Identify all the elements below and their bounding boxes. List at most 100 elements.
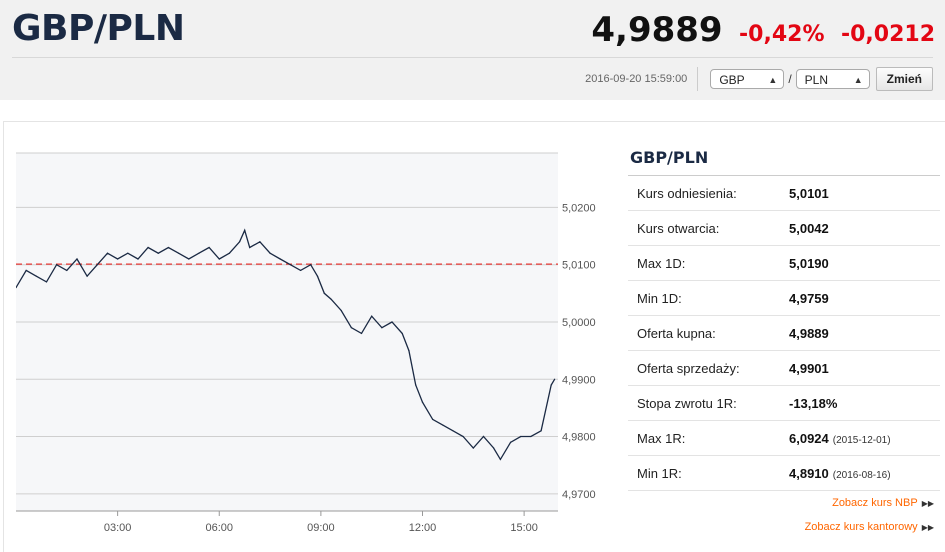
- to-currency-value: PLN: [804, 73, 828, 87]
- price-point: [442, 424, 444, 426]
- x-tick-label: 03:00: [104, 522, 132, 534]
- price-point: [269, 252, 271, 254]
- quote-header: GBP/PLN 4,9889 -0,42% -0,0212 2016-09-20…: [0, 0, 945, 100]
- price-point: [499, 458, 502, 461]
- details-value: -13,18%: [789, 396, 841, 411]
- details-value: 4,9889: [789, 326, 833, 341]
- details-value: 5,0101: [789, 186, 833, 201]
- details-label: Kurs otwarcia:: [637, 220, 720, 236]
- details-date: (2016-08-16): [832, 469, 891, 481]
- plot-background: [16, 153, 558, 511]
- details-number: 4,9889: [789, 325, 829, 341]
- details-label: Max 1D:: [637, 255, 686, 271]
- price-point: [45, 281, 48, 283]
- x-tick-label: 09:00: [307, 522, 335, 534]
- x-tick-label: 06:00: [205, 522, 233, 534]
- to-currency-select[interactable]: PLN ▲︎: [795, 69, 870, 89]
- price-point: [157, 252, 159, 254]
- price-point: [279, 258, 281, 260]
- details-row: Min 1D: 4,9759: [628, 281, 940, 316]
- details-number: -13,18%: [789, 395, 838, 411]
- details-row: Max 1D: 5,0190: [628, 246, 940, 281]
- price-point: [167, 246, 170, 249]
- price-point: [408, 350, 410, 352]
- y-tick-label: 4,9700: [562, 489, 596, 501]
- price-point: [188, 258, 190, 260]
- x-tick-label: 12:00: [409, 522, 437, 534]
- price-point: [540, 430, 542, 432]
- from-currency-select[interactable]: GBP ▲︎: [710, 69, 785, 89]
- price-point: [96, 264, 98, 266]
- details-number: 6,0924: [789, 430, 829, 446]
- price-point: [472, 447, 474, 449]
- price-point: [482, 435, 485, 438]
- y-tick-label: 5,0100: [562, 260, 596, 272]
- price-point: [137, 258, 139, 260]
- change-button[interactable]: Zmień: [875, 67, 933, 91]
- price-point: [208, 246, 210, 249]
- page-title: GBP/PLN: [12, 8, 185, 49]
- details-number: 4,9759: [789, 290, 829, 306]
- price-point: [432, 418, 434, 420]
- current-price: 4,9889: [591, 10, 723, 50]
- details-value: 5,0190: [789, 256, 833, 271]
- details-number: 4,9901: [789, 360, 829, 376]
- price-chart: 5,0200 5,0100 5,0000 4,9900 4,9800 4,9700 03:0…: [16, 152, 596, 534]
- price-point: [554, 378, 556, 380]
- price-point: [310, 264, 312, 266]
- details-label: Max 1R:: [637, 430, 686, 446]
- price-point: [509, 441, 512, 443]
- y-tick-label: 4,9900: [562, 374, 596, 386]
- price-point: [35, 275, 37, 277]
- price-point: [117, 258, 119, 260]
- price-point: [401, 332, 403, 335]
- price-point: [178, 252, 180, 254]
- details-label: Kurs odniesienia:: [637, 185, 737, 201]
- price-point: [228, 252, 231, 254]
- price-point: [316, 275, 319, 277]
- details-number: 4,8910: [789, 465, 829, 481]
- details-label: Oferta sprzedaży:: [637, 360, 740, 376]
- details-row: Kurs odniesienia: 5,0101: [628, 176, 940, 211]
- price-point: [391, 321, 393, 323]
- details-label: Oferta kupna:: [637, 325, 716, 341]
- double-chevron-right-icon: ▶▶: [921, 523, 934, 532]
- quote-summary: 4,9889 -0,42% -0,0212: [591, 10, 935, 50]
- price-point: [249, 246, 251, 249]
- content-panel: 5,0200 5,0100 5,0000 4,9900 4,9800 4,9700 03:0…: [3, 121, 945, 552]
- currency-separator: /: [788, 72, 792, 86]
- quote-timestamp: 2016-09-20 15:59:00: [585, 67, 699, 91]
- price-point: [289, 264, 291, 266]
- change-percent: -0,42%: [739, 22, 825, 47]
- double-chevron-right-icon: ▶▶: [921, 499, 934, 508]
- price-point: [259, 241, 261, 243]
- price-point: [493, 447, 495, 449]
- details-label: Min 1R:: [637, 465, 682, 481]
- price-point: [76, 258, 78, 260]
- price-point: [86, 275, 88, 277]
- more-link-label: Zobacz kurs kantorowy: [804, 521, 918, 533]
- price-point: [56, 264, 58, 266]
- price-point: [238, 241, 241, 243]
- details-date: (2015-12-01): [832, 434, 891, 446]
- details-number: 5,0101: [789, 185, 829, 201]
- price-point: [421, 401, 424, 403]
- x-tick-label: 15:00: [510, 522, 538, 534]
- details-value: 4,9901: [789, 361, 833, 376]
- more-link[interactable]: Zobacz kurs kantorowy ▶▶: [628, 515, 934, 539]
- details-number: 5,0190: [789, 255, 829, 271]
- price-point: [330, 298, 332, 300]
- price-point: [127, 252, 129, 254]
- price-point: [530, 435, 532, 438]
- price-point: [520, 435, 522, 438]
- details-value: 5,0042: [789, 221, 833, 236]
- more-links: Zobacz kurs NBP ▶▶ Zobacz kurs kantorowy ▶▶: [628, 491, 940, 539]
- details-row: Min 1R: 4,8910 (2016-08-16): [628, 456, 940, 491]
- select-arrows-icon: ▲︎: [853, 75, 863, 85]
- select-arrows-icon: ▲︎: [768, 75, 778, 85]
- more-link[interactable]: Zobacz kurs NBP ▶▶: [628, 491, 934, 515]
- price-point: [198, 252, 200, 254]
- details-row: Stopa zwrotu 1R: -13,18%: [628, 386, 940, 421]
- price-point: [244, 229, 246, 231]
- price-point: [350, 327, 352, 329]
